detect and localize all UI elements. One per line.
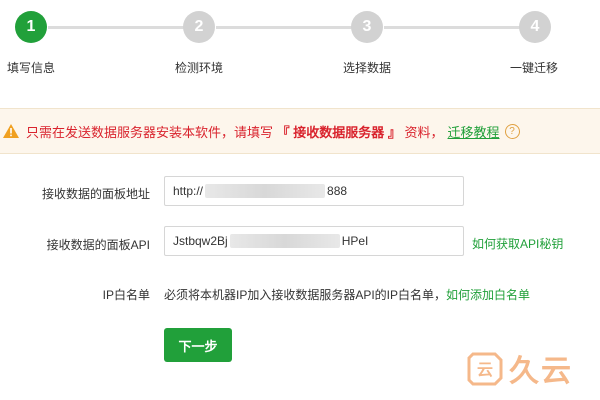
warning-banner: 只需在发送数据服务器安装本软件，请填写 『 接收数据服务器 』 资料， 迁移教程…	[0, 108, 600, 154]
step-3-indicator: 3	[351, 11, 383, 43]
step-4-indicator: 4	[519, 11, 551, 43]
panel-address-suffix: 888	[327, 184, 348, 198]
panel-address-input[interactable]: http:// 888	[164, 176, 464, 206]
step-connector	[384, 26, 520, 29]
warning-icon	[3, 124, 19, 138]
step-connector	[216, 26, 352, 29]
cloud-logo-icon: 云	[467, 352, 503, 386]
add-whitelist-link[interactable]: 如何添加白名单	[446, 288, 530, 302]
panel-api-label: 接收数据的面板API	[46, 238, 150, 252]
step-3-label: 选择数据	[343, 61, 392, 75]
step-1-label: 填写信息	[7, 61, 56, 75]
step-connector	[48, 26, 184, 29]
warning-text-before: 只需在发送数据服务器安装本软件，请填写	[26, 124, 274, 140]
warning-text: 只需在发送数据服务器安装本软件，请填写 『 接收数据服务器 』 资料，	[26, 122, 444, 141]
whitelist-note: 必须将本机器IP加入接收数据服务器API的IP白名单，如何添加白名单	[164, 286, 530, 303]
warning-text-after: 资料，	[404, 124, 444, 140]
whitelist-label: IP白名单	[102, 288, 150, 302]
step-2-label: 检测环境	[175, 61, 224, 75]
panel-address-prefix: http://	[173, 184, 204, 198]
panel-api-input[interactable]: Jstbqw2Bj HPeI	[164, 226, 464, 256]
whitelist-text: 必须将本机器IP加入接收数据服务器API的IP白名单，	[164, 288, 447, 302]
panel-api-suffix: HPeI	[341, 234, 369, 248]
watermark-text: 久云	[509, 355, 573, 388]
watermark-logo-glyph: 云	[477, 360, 493, 379]
redacted-mask	[205, 184, 326, 198]
redacted-mask	[229, 234, 340, 248]
panel-api-prefix: Jstbqw2Bj	[173, 234, 228, 248]
warning-highlight: 『 接收数据服务器 』	[276, 124, 401, 140]
migration-tutorial-link[interactable]: 迁移教程	[448, 122, 500, 141]
brand-watermark: 云 久云	[465, 340, 600, 396]
progress-stepper: 1 2 3 4 填写信息 检测环境 选择数据 一键迁移	[0, 0, 600, 100]
step-1-indicator: 1	[15, 11, 47, 43]
next-step-button[interactable]: 下一步	[164, 328, 232, 362]
panel-address-label: 接收数据的面板地址	[41, 187, 150, 201]
step-2-indicator: 2	[183, 11, 215, 43]
api-key-help-link[interactable]: 如何获取API秘钥	[472, 235, 563, 252]
help-icon[interactable]: ?	[504, 123, 520, 139]
step-4-label: 一键迁移	[510, 61, 559, 75]
